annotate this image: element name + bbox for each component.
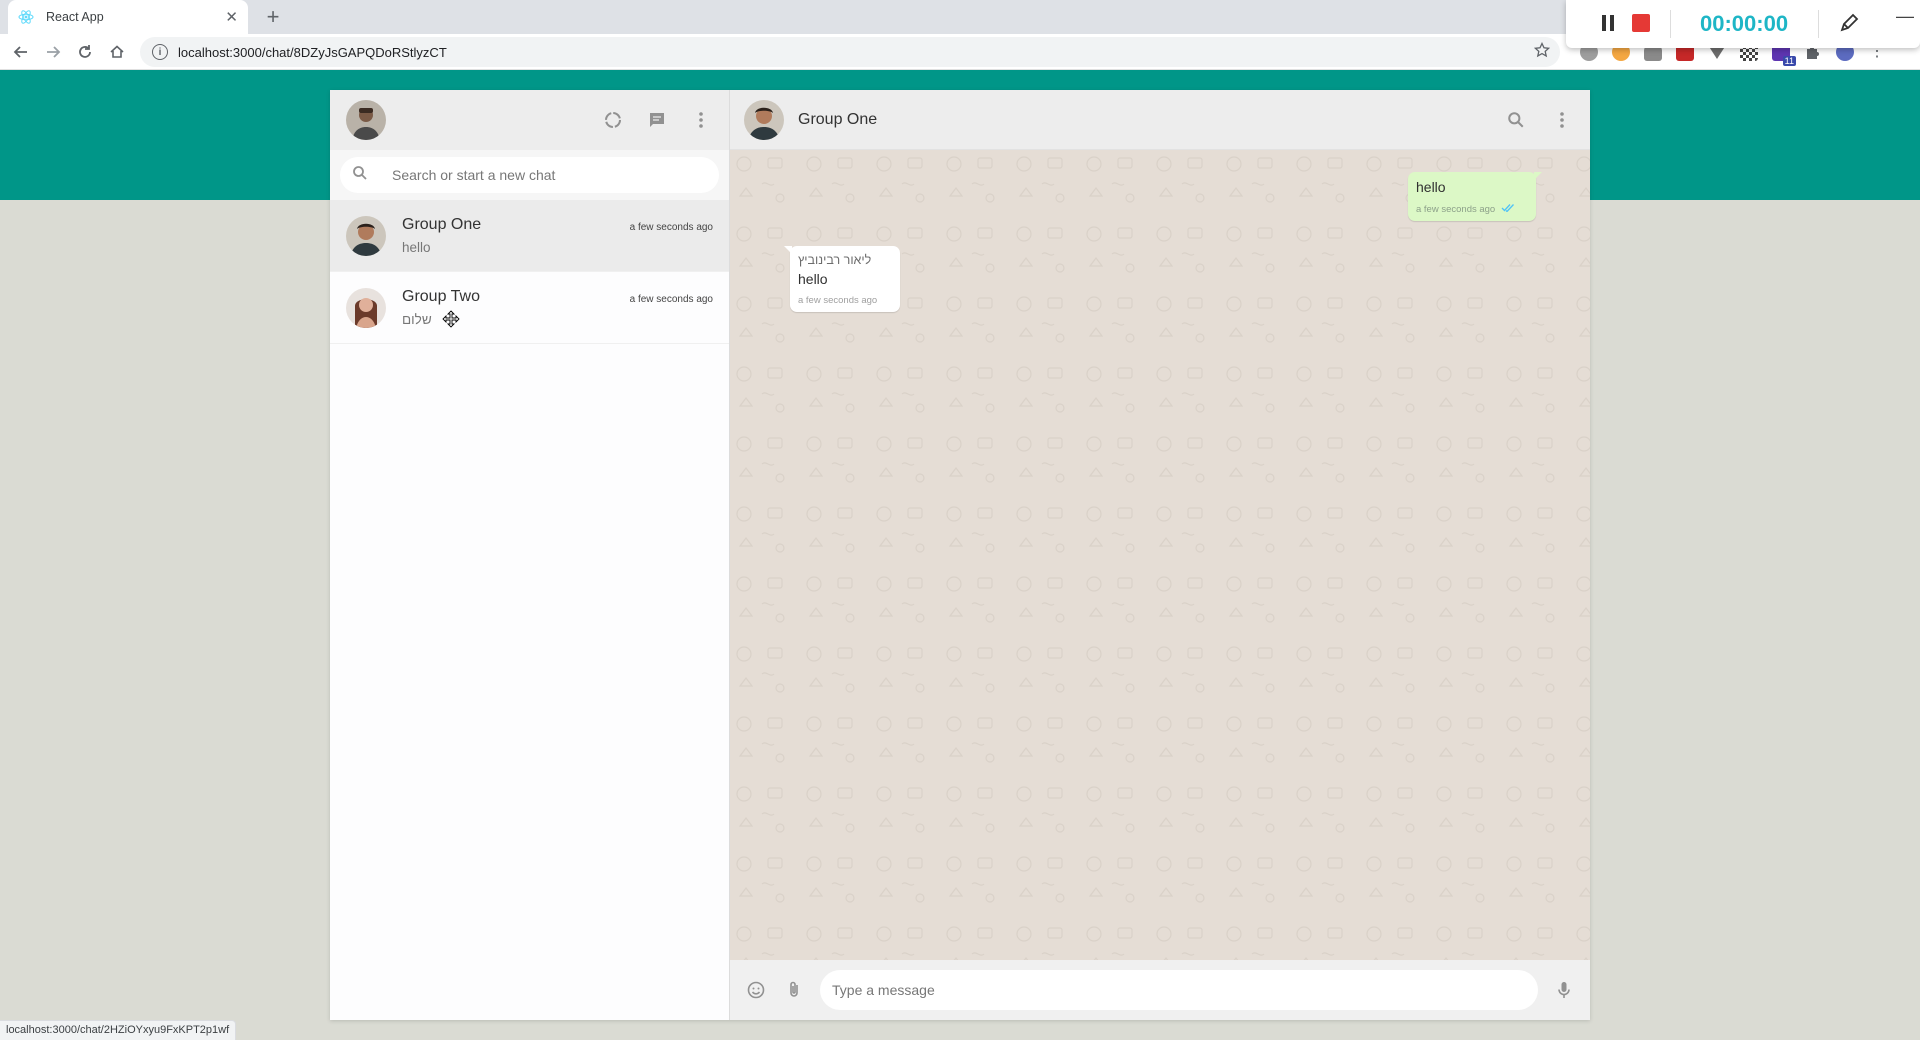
paperclip-icon[interactable]: [782, 978, 806, 1002]
move-cursor-icon: [442, 310, 460, 333]
info-icon[interactable]: i: [152, 44, 168, 60]
forward-button[interactable]: [40, 39, 66, 65]
chat-header: Group One: [730, 90, 1590, 150]
minimize-icon[interactable]: —: [1896, 6, 1914, 27]
message-sender: ליאור רבינוביץ: [798, 253, 872, 267]
new-chat-icon[interactable]: [645, 108, 669, 132]
browser-tab[interactable]: React App ✕: [8, 0, 248, 34]
recording-timer: 00:00:00: [1700, 11, 1789, 36]
double-check-icon: [1501, 203, 1515, 215]
pause-icon[interactable]: [1602, 15, 1616, 31]
reload-button[interactable]: [72, 39, 98, 65]
message-input[interactable]: [820, 970, 1538, 1010]
message-timestamp: a few seconds ago: [1416, 203, 1496, 215]
pen-icon[interactable]: [1838, 12, 1860, 39]
chat-list: Group One hello a few seconds ago Group …: [330, 200, 729, 1020]
address-bar[interactable]: i localhost:3000/chat/8DZyJsGAPQDoRStlyz…: [140, 37, 1560, 67]
search-icon: [352, 165, 368, 186]
chat-app: Group One hello a few seconds ago Group …: [330, 90, 1590, 1020]
chat-avatar: [346, 215, 386, 256]
emoji-icon[interactable]: [744, 978, 768, 1002]
home-icon: [110, 45, 124, 58]
divider: [1818, 10, 1819, 38]
chat-list-item-group-one[interactable]: Group One hello a few seconds ago: [330, 200, 729, 272]
back-button[interactable]: [8, 39, 34, 65]
react-icon: [18, 9, 34, 25]
arrow-left-icon: [13, 46, 27, 58]
search-container: [330, 150, 729, 200]
home-button[interactable]: [104, 39, 130, 65]
extension-badge: 11: [1782, 56, 1796, 66]
search-input[interactable]: [392, 167, 672, 183]
chat-header-avatar[interactable]: [744, 99, 784, 140]
status-icon[interactable]: [601, 108, 625, 132]
star-icon[interactable]: [1533, 41, 1551, 63]
chat-footer: [730, 960, 1590, 1020]
sidebar-header: [330, 90, 729, 150]
message-bubble-outgoing: hello a few seconds ago: [1408, 172, 1542, 221]
user-avatar[interactable]: [346, 100, 386, 140]
chat-list-item-group-two[interactable]: Group Two שלום a few seconds ago: [330, 272, 729, 344]
message-text: hello: [1416, 179, 1446, 195]
message-bubble-incoming: ליאור רבינוביץ hello a few seconds ago: [784, 246, 900, 312]
tab-title: React App: [46, 10, 104, 24]
url-text: localhost:3000/chat/8DZyJsGAPQDoRStlyzCT: [178, 44, 447, 60]
page-background: Group One hello a few seconds ago Group …: [0, 70, 1920, 1040]
link-status-bar: localhost:3000/chat/2HZiOYxyu9FxKPT2p1wf: [0, 1020, 237, 1040]
chat-last-message: hello: [402, 240, 431, 255]
message-area[interactable]: hello a few seconds ago ליאור רבינוביץ h…: [730, 150, 1590, 960]
message-timestamp: a few seconds ago: [798, 295, 878, 306]
menu-icon[interactable]: [1550, 108, 1574, 132]
stop-record-button[interactable]: [1632, 14, 1650, 32]
close-icon[interactable]: ✕: [225, 10, 238, 25]
message-text: hello: [798, 271, 828, 287]
screen-recorder-widget: 00:00:00 —: [1566, 0, 1920, 48]
chat-panel: Group One hello a few seconds ago ליאור …: [730, 90, 1590, 1020]
divider: [1670, 10, 1671, 38]
search-box[interactable]: [340, 157, 719, 193]
search-icon[interactable]: [1504, 108, 1528, 132]
new-tab-button[interactable]: +: [260, 4, 286, 30]
arrow-right-icon: [47, 46, 61, 58]
chat-title: Group One: [798, 110, 878, 128]
reload-icon: [79, 45, 91, 58]
sidebar: Group One hello a few seconds ago Group …: [330, 90, 730, 1020]
microphone-icon[interactable]: [1552, 978, 1576, 1002]
menu-icon[interactable]: [689, 108, 713, 132]
chat-timestamp: a few seconds ago: [629, 222, 713, 233]
chat-avatar: [346, 287, 386, 328]
chat-timestamp: a few seconds ago: [629, 294, 713, 305]
